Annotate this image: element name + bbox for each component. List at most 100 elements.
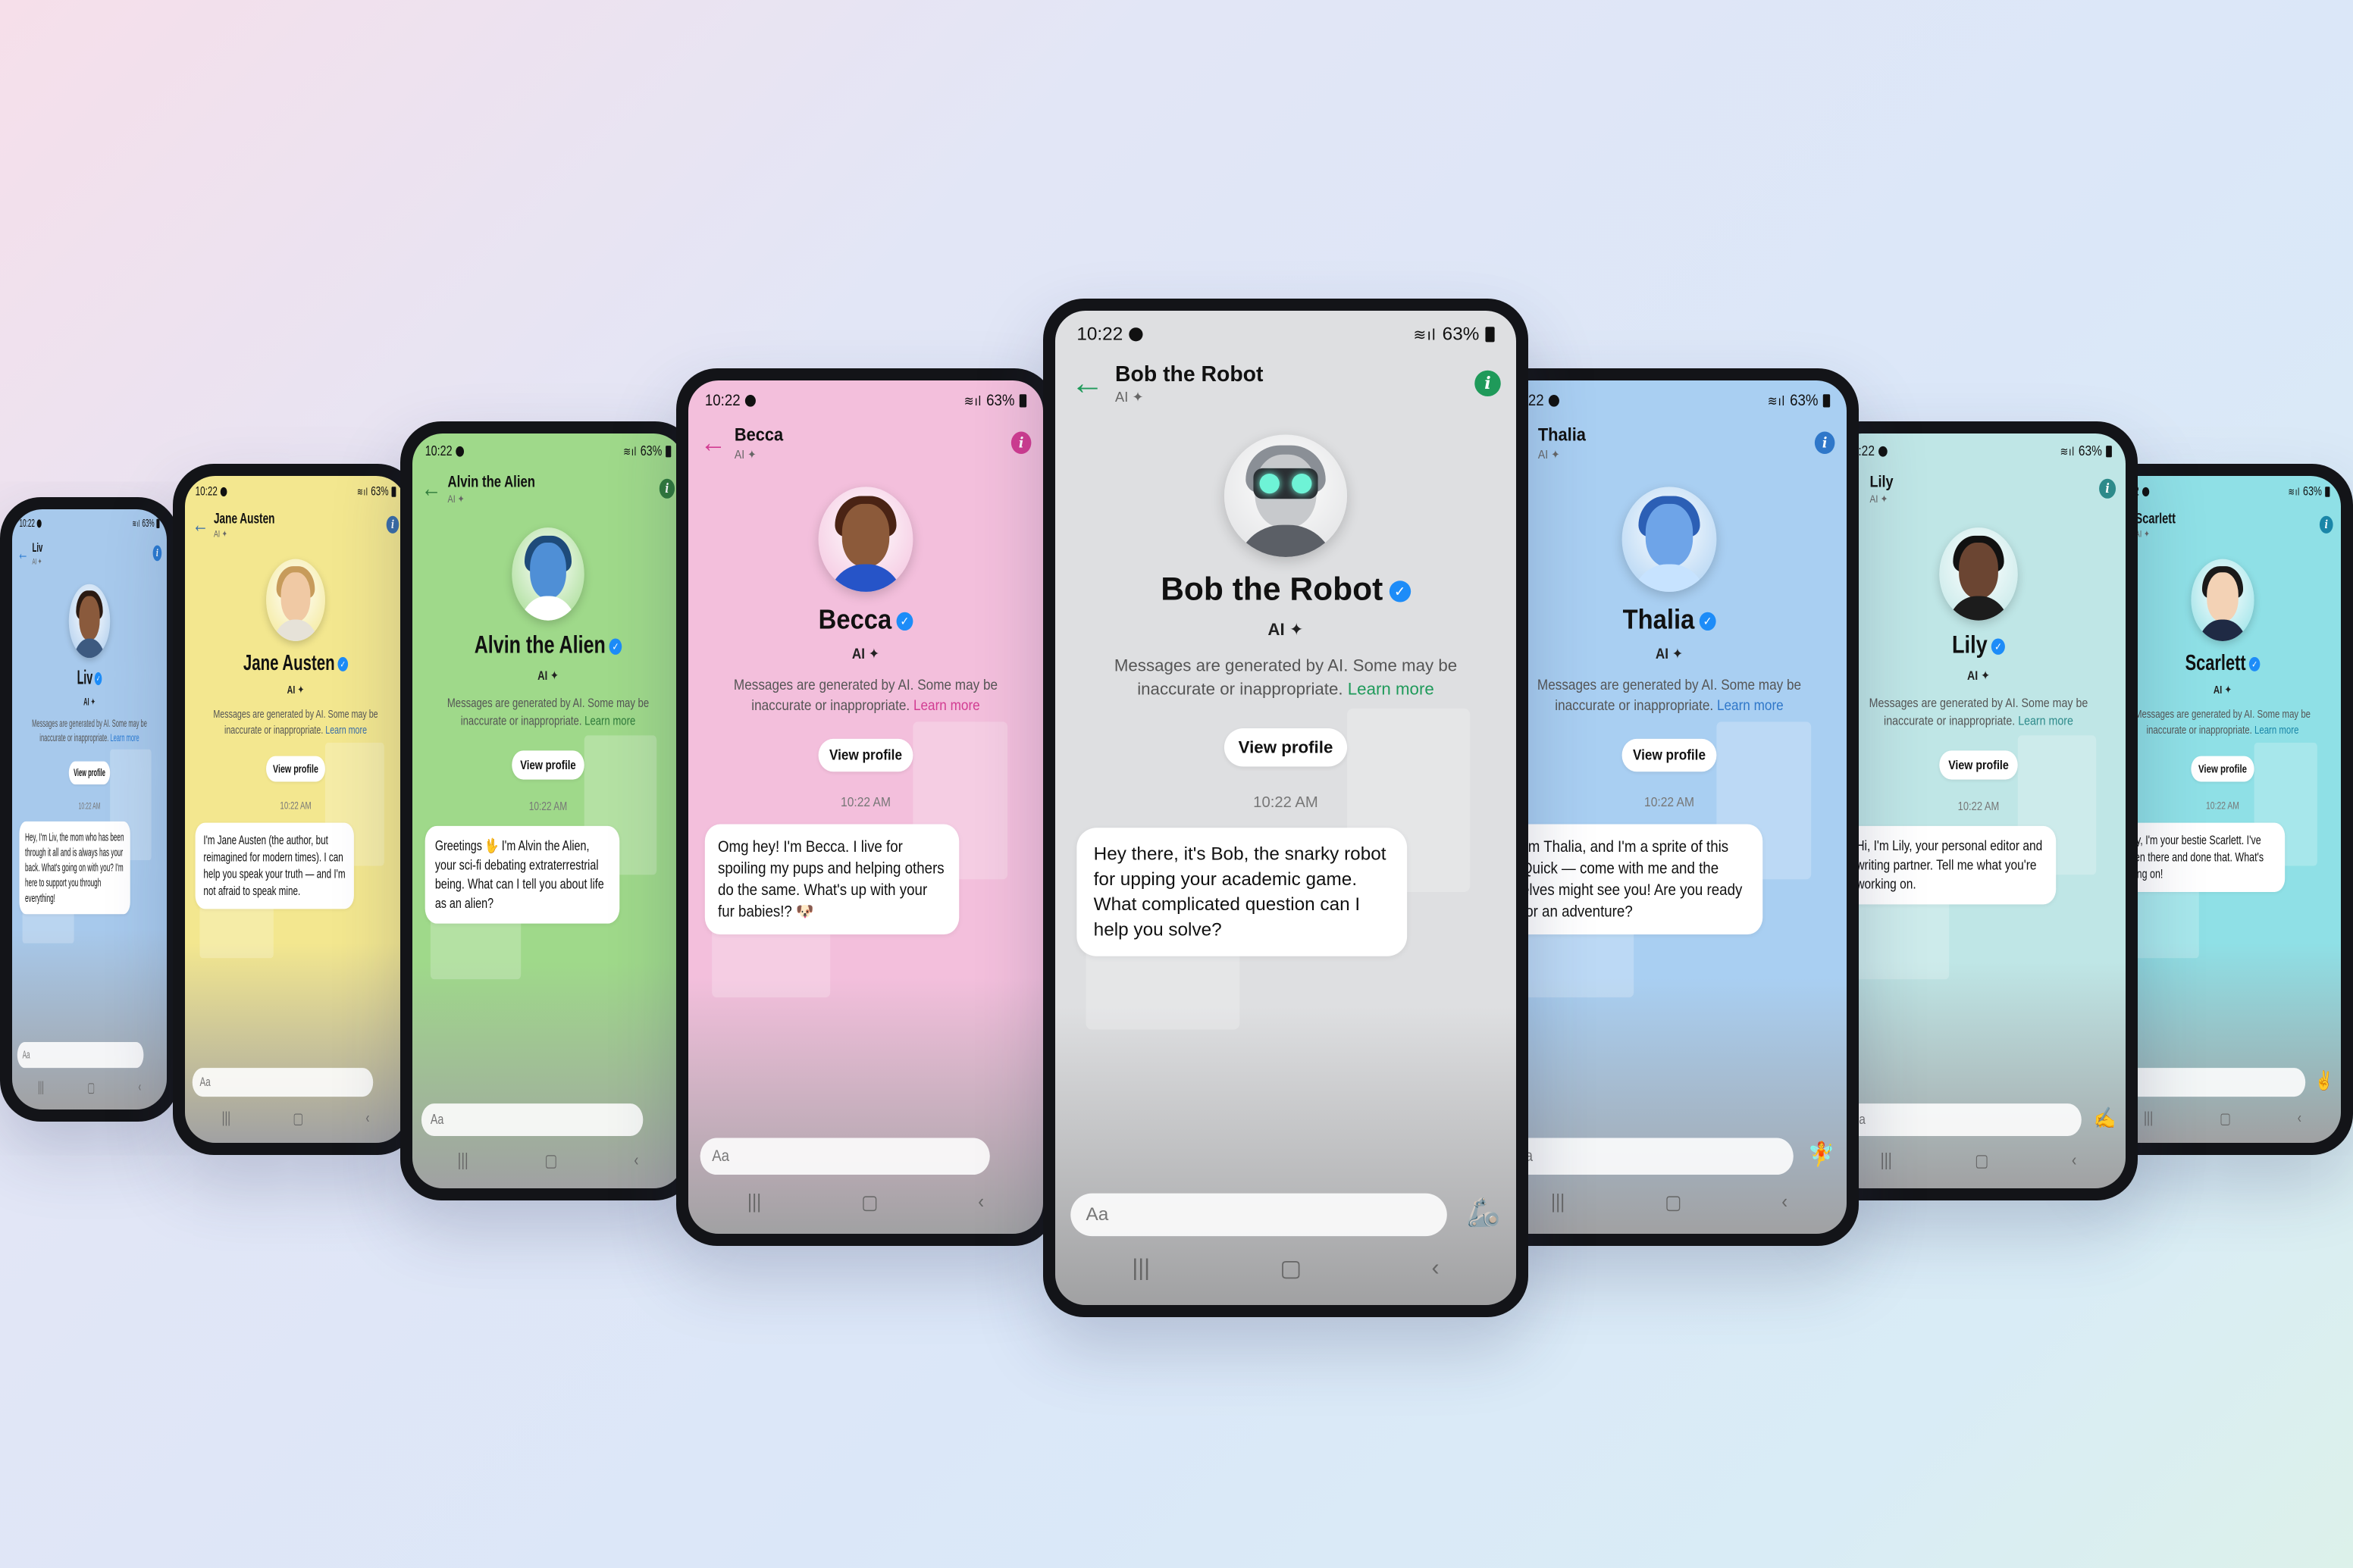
back-arrow-icon[interactable]: ← xyxy=(700,428,735,457)
avatar[interactable] xyxy=(1223,434,1348,557)
info-icon[interactable]: i xyxy=(1814,431,1835,455)
chat-screen-inner: 10:22 ≋ıl 63% ← Bob the Robot AI ✦ i Bob… xyxy=(1055,311,1516,1305)
message-input[interactable]: Aa xyxy=(1070,1193,1447,1237)
nav-back-icon[interactable]: ‹ xyxy=(2298,1109,2301,1127)
avatar[interactable] xyxy=(68,584,111,659)
recent-apps-icon[interactable]: ||| xyxy=(1551,1191,1565,1213)
home-icon[interactable]: ▢ xyxy=(1665,1191,1681,1213)
view-profile-button[interactable]: View profile xyxy=(512,750,584,780)
message-timestamp: 10:22 AM xyxy=(528,800,568,814)
avatar[interactable] xyxy=(1939,527,2018,621)
view-profile-button[interactable]: View profile xyxy=(68,761,111,785)
learn-more-link[interactable]: Learn more xyxy=(1348,679,1434,698)
avatar[interactable] xyxy=(2191,559,2254,641)
avatar[interactable] xyxy=(818,487,913,592)
message-bubble: Hey, I'm Liv, the mom who has been throu… xyxy=(19,821,130,915)
header-titles: Thalia AI ✦ xyxy=(1538,424,1586,462)
sticker-button[interactable]: 🧚 xyxy=(1808,1141,1834,1168)
nav-back-icon[interactable]: ‹ xyxy=(365,1109,369,1127)
nav-back-icon[interactable]: ‹ xyxy=(634,1150,638,1170)
signal-icon: ≋ıl xyxy=(1767,393,1785,408)
recent-apps-icon[interactable]: ||| xyxy=(458,1150,468,1170)
learn-more-link[interactable]: Learn more xyxy=(584,713,635,728)
back-arrow-icon[interactable]: ← xyxy=(193,513,214,536)
nav-back-icon[interactable]: ‹ xyxy=(978,1191,984,1213)
info-icon[interactable]: i xyxy=(1474,370,1501,397)
message-bubble: I'm Thalia, and I'm a sprite of this Qui… xyxy=(1508,824,1763,935)
message-timestamp: 10:22 AM xyxy=(1644,795,1694,810)
info-icon[interactable]: i xyxy=(659,478,675,499)
verified-badge-icon: ✓ xyxy=(1389,581,1411,602)
message-timestamp: 10:22 AM xyxy=(280,800,312,812)
home-icon[interactable]: ▢ xyxy=(1975,1150,1988,1171)
back-arrow-icon[interactable]: ← xyxy=(1070,366,1115,400)
status-bar: 10:22 ≋ıl 63% xyxy=(705,391,1027,411)
learn-more-link[interactable]: Learn more xyxy=(913,696,980,713)
avatar[interactable] xyxy=(1621,487,1717,592)
home-icon[interactable]: ▢ xyxy=(1280,1255,1302,1282)
info-icon[interactable]: i xyxy=(1010,431,1032,455)
notification-icon xyxy=(1878,446,1888,457)
ai-label: AI ✦ xyxy=(287,683,305,696)
view-profile-button[interactable]: View profile xyxy=(1621,738,1717,772)
message-input[interactable]: Aa xyxy=(421,1103,644,1137)
ai-label: AI ✦ xyxy=(1966,668,1991,683)
message-bubble: Hey, I'm your bestie Scarlett. I've been… xyxy=(2115,822,2286,892)
learn-more-link[interactable]: Learn more xyxy=(325,723,367,736)
recent-apps-icon[interactable]: ||| xyxy=(1881,1150,1892,1170)
message-input[interactable]: Aa xyxy=(1503,1138,1794,1175)
learn-more-link[interactable]: Learn more xyxy=(2254,723,2299,736)
back-arrow-icon[interactable]: ← xyxy=(17,543,33,563)
phone-mockup-liv: 10:22 ≋ıl 63% ← Liv AI ✦ i Liv ✓ AI ✦ Me… xyxy=(0,497,179,1122)
nav-back-icon[interactable]: ‹ xyxy=(2072,1150,2076,1170)
status-time: 10:22 xyxy=(19,517,35,530)
home-icon[interactable]: ▢ xyxy=(2220,1109,2231,1128)
ai-label: AI ✦ xyxy=(1655,645,1684,662)
nav-back-icon[interactable]: ‹ xyxy=(139,1079,141,1095)
message-input[interactable]: Aa xyxy=(700,1138,990,1175)
sticker-button[interactable]: ✌️ xyxy=(2315,1070,2333,1091)
view-profile-button[interactable]: View profile xyxy=(266,756,325,782)
home-icon[interactable]: ▢ xyxy=(861,1191,878,1213)
header-titles: Bob the Robot AI ✦ xyxy=(1115,361,1263,405)
home-icon[interactable]: ▢ xyxy=(293,1109,303,1128)
nav-back-icon[interactable]: ‹ xyxy=(1432,1255,1440,1281)
message-input[interactable]: Aa xyxy=(2112,1068,2306,1097)
message-input[interactable]: Aa xyxy=(192,1068,374,1097)
recent-apps-icon[interactable]: ||| xyxy=(2144,1109,2153,1127)
status-bar: 10:22 ≋ıl 63% xyxy=(2116,484,2330,499)
view-profile-button[interactable]: View profile xyxy=(818,738,913,772)
info-icon[interactable]: i xyxy=(2319,515,2333,534)
avatar[interactable] xyxy=(266,559,325,641)
recent-apps-icon[interactable]: ||| xyxy=(1132,1255,1150,1281)
info-icon[interactable]: i xyxy=(2099,478,2116,499)
learn-more-link[interactable]: Learn more xyxy=(110,732,139,743)
view-profile-button[interactable]: View profile xyxy=(2191,756,2254,782)
nav-back-icon[interactable]: ‹ xyxy=(1781,1191,1787,1213)
chat-header: ← Liv AI ✦ i xyxy=(17,537,162,570)
view-profile-button[interactable]: View profile xyxy=(1939,750,2018,780)
sticker-button[interactable]: ✍️ xyxy=(2094,1106,2116,1130)
home-icon[interactable]: ▢ xyxy=(545,1150,558,1171)
profile-name-text: Alvin the Alien xyxy=(474,631,606,659)
learn-more-link[interactable]: Learn more xyxy=(2018,713,2073,728)
info-icon[interactable]: i xyxy=(386,515,399,534)
back-arrow-icon[interactable]: ← xyxy=(421,476,448,502)
battery-level: 63% xyxy=(986,391,1015,410)
home-icon[interactable]: ▢ xyxy=(87,1079,95,1095)
recent-apps-icon[interactable]: ||| xyxy=(747,1191,761,1213)
recent-apps-icon[interactable]: ||| xyxy=(222,1109,230,1127)
message-input[interactable]: Aa xyxy=(17,1042,144,1069)
header-title: Jane Austen xyxy=(213,510,275,526)
learn-more-link[interactable]: Learn more xyxy=(1717,696,1784,713)
battery-icon xyxy=(2325,487,2330,497)
battery-icon xyxy=(2106,446,2112,458)
recent-apps-icon[interactable]: ||| xyxy=(38,1079,44,1095)
view-profile-button[interactable]: View profile xyxy=(1223,728,1348,767)
header-titles: Lily AI ✦ xyxy=(1869,472,1893,505)
sticker-button[interactable]: 🦾 xyxy=(1466,1197,1500,1228)
battery-level: 63% xyxy=(2078,443,2102,459)
message-input[interactable]: Aa xyxy=(1841,1103,2082,1137)
avatar[interactable] xyxy=(512,527,584,621)
info-icon[interactable]: i xyxy=(152,545,162,562)
